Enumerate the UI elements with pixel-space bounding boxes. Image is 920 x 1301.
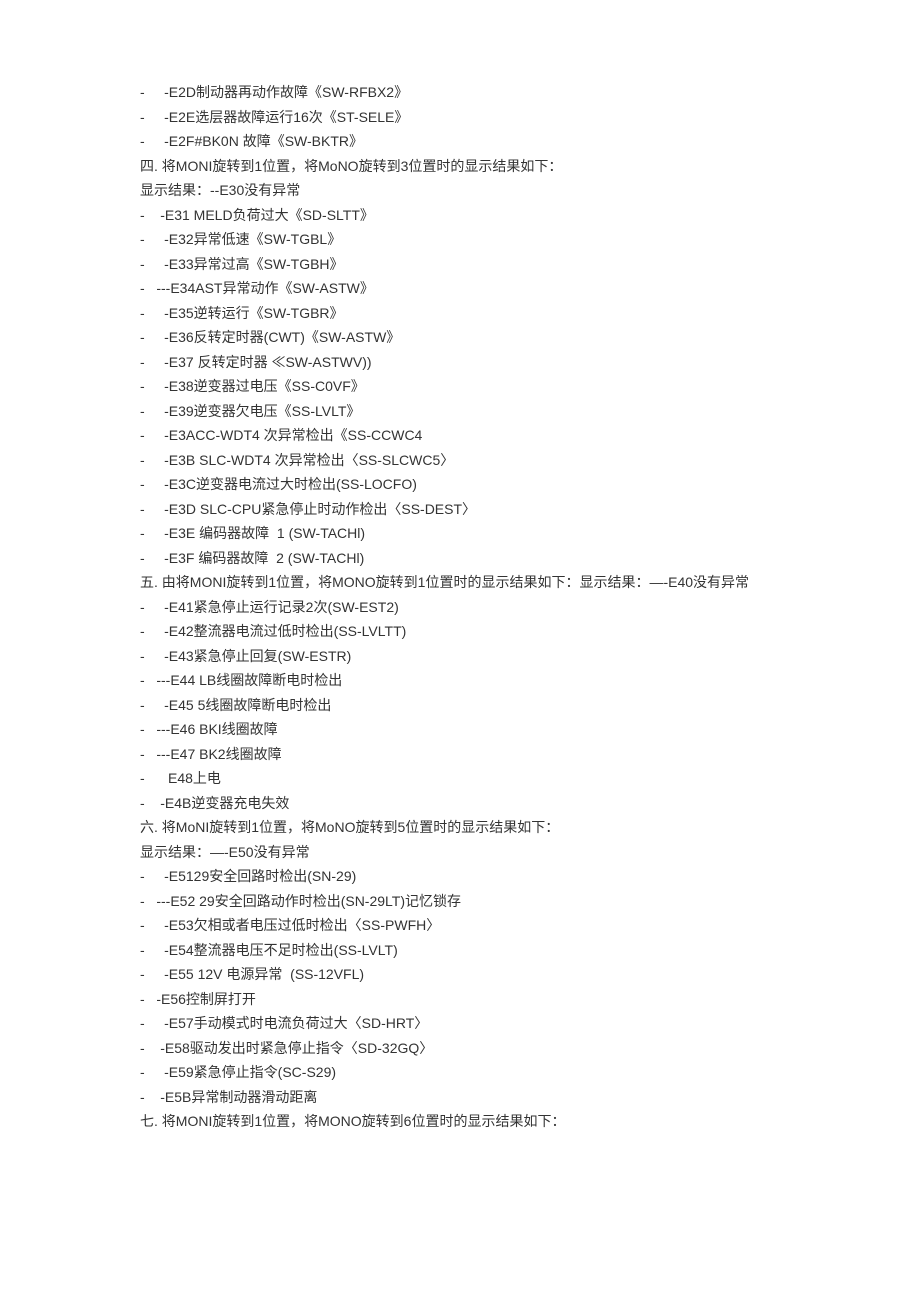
text-line: - -E4B逆变器充电失效 bbox=[140, 791, 780, 816]
text-line: - -E5129安全回路时检出(SN-29) bbox=[140, 864, 780, 889]
text-line: - -E55 12V 电源异常 (SS-12VFL) bbox=[140, 962, 780, 987]
text-line: - -E43紧急停止回复(SW-ESTR) bbox=[140, 644, 780, 669]
text-line: - -E35逆转运行《SW-TGBR》 bbox=[140, 301, 780, 326]
text-line: - -E2F#BK0N 故障《SW-BKTR》 bbox=[140, 129, 780, 154]
text-line: - -E37 反转定时器 ≪SW-ASTWV)) bbox=[140, 350, 780, 375]
text-line: - E48上电 bbox=[140, 766, 780, 791]
text-line: - -E3F 编码器故障 2 (SW-TACHl) bbox=[140, 546, 780, 571]
text-line: - -E54整流器电压不足时检出(SS-LVLT) bbox=[140, 938, 780, 963]
text-line: - -E57手动模式时电流负荷过大〈SD-HRT〉 bbox=[140, 1011, 780, 1036]
text-line: - ---E44 LB线圈故障断电时检出 bbox=[140, 668, 780, 693]
text-line: - -E3ACC-WDT4 次异常检出《SS-CCWC4 bbox=[140, 423, 780, 448]
text-line: - -E32异常低速《SW-TGBL》 bbox=[140, 227, 780, 252]
text-line: - -E53欠相或者电压过低时检出〈SS-PWFH〉 bbox=[140, 913, 780, 938]
text-line: - -E3C逆变器电流过大时检出(SS-LOCFO) bbox=[140, 472, 780, 497]
text-line: - -E58驱动发出时紧急停止指令〈SD-32GQ〉 bbox=[140, 1036, 780, 1061]
text-line: 显示结果：--E30没有异常 bbox=[140, 178, 780, 203]
text-line: 五. 由将MONI旋转到1位置，将MONO旋转到1位置时的显示结果如下：显示结果… bbox=[140, 570, 780, 595]
text-line: - ---E52 29安全回路动作时检出(SN-29LT)记忆锁存 bbox=[140, 889, 780, 914]
text-line: - ---E46 BKI线圈故障 bbox=[140, 717, 780, 742]
text-line: - -E59紧急停止指令(SC-S29) bbox=[140, 1060, 780, 1085]
text-line: 显示结果：—-E50没有异常 bbox=[140, 840, 780, 865]
text-line: - -E56控制屏打开 bbox=[140, 987, 780, 1012]
text-line: - -E3B SLC-WDT4 次异常检出〈SS-SLCWC5〉 bbox=[140, 448, 780, 473]
text-line: - ---E47 BK2线圈故障 bbox=[140, 742, 780, 767]
text-line: - -E31 MELD负荷过大《SD-SLTT》 bbox=[140, 203, 780, 228]
text-line: 六. 将MoNI旋转到1位置，将MoNO旋转到5位置时的显示结果如下： bbox=[140, 815, 780, 840]
text-line: - ---E34AST异常动作《SW-ASTW》 bbox=[140, 276, 780, 301]
text-line: 七. 将MONI旋转到1位置，将MONO旋转到6位置时的显示结果如下： bbox=[140, 1109, 780, 1134]
text-line: 四. 将MONI旋转到1位置，将MoNO旋转到3位置时的显示结果如下： bbox=[140, 154, 780, 179]
document-body: - -E2D制动器再动作故障《SW-RFBX2》- -E2E选层器故障运行16次… bbox=[140, 80, 780, 1134]
text-line: - -E38逆变器过电压《SS-C0VF》 bbox=[140, 374, 780, 399]
text-line: - -E39逆变器欠电压《SS-LVLT》 bbox=[140, 399, 780, 424]
text-line: - -E42整流器电流过低时检出(SS-LVLTT) bbox=[140, 619, 780, 644]
text-line: - -E3E 编码器故障 1 (SW-TACHl) bbox=[140, 521, 780, 546]
text-line: - -E36反转定时器(CWT)《SW-ASTW》 bbox=[140, 325, 780, 350]
text-line: - -E45 5线圈故障断电时检出 bbox=[140, 693, 780, 718]
text-line: - -E5B异常制动器滑动距离 bbox=[140, 1085, 780, 1110]
text-line: - -E2D制动器再动作故障《SW-RFBX2》 bbox=[140, 80, 780, 105]
text-line: - -E3D SLC-CPU紧急停止时动作检出〈SS-DEST〉 bbox=[140, 497, 780, 522]
text-line: - -E2E选层器故障运行16次《ST-SELE》 bbox=[140, 105, 780, 130]
text-line: - -E41紧急停止运行记录2次(SW-EST2) bbox=[140, 595, 780, 620]
text-line: - -E33异常过高《SW-TGBH》 bbox=[140, 252, 780, 277]
